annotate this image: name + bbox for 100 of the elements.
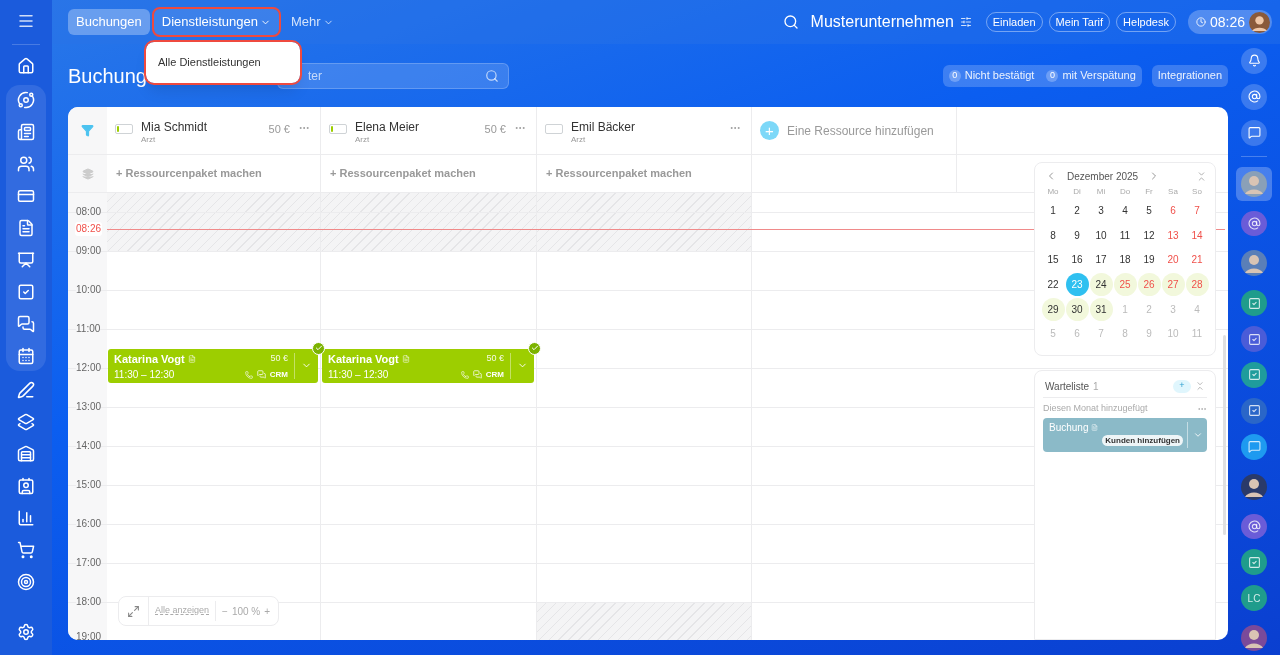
document-icon[interactable] — [17, 219, 35, 237]
calendar-day[interactable]: 1 — [1041, 198, 1065, 222]
calendar-day[interactable]: 13 — [1161, 223, 1185, 247]
show-all-link[interactable]: Alle anzeigen — [149, 604, 216, 618]
clock-pill[interactable]: 08:26 — [1187, 10, 1272, 34]
warehouse-icon[interactable] — [17, 445, 35, 463]
calendar-day[interactable]: 24 — [1089, 272, 1113, 296]
calendar-day[interactable]: 2 — [1065, 198, 1089, 222]
add-button[interactable]: + — [1173, 379, 1191, 393]
search-icon[interactable] — [782, 14, 799, 30]
person-avatar[interactable] — [1241, 625, 1267, 652]
add-client-button[interactable]: Kunden hinzufügen — [1102, 434, 1183, 446]
orbit-icon[interactable] — [17, 91, 35, 109]
calendar-day[interactable]: 11 — [1113, 223, 1137, 247]
calendar-day[interactable]: 10 — [1089, 223, 1113, 247]
count-badge[interactable]: 0 — [948, 69, 961, 82]
company-name[interactable]: Musterunternehmen — [810, 10, 954, 34]
package-link[interactable]: + Ressourcenpaket machen — [546, 165, 692, 182]
initials-avatar[interactable]: LC — [1241, 585, 1267, 612]
calendar-day[interactable]: 23 — [1065, 272, 1089, 296]
calendar-day[interactable]: 11 — [1185, 322, 1209, 346]
calendar-day[interactable]: 9 — [1137, 322, 1161, 346]
task-chat-button[interactable] — [1241, 549, 1267, 576]
calendar-day[interactable]: 12 — [1137, 223, 1161, 247]
package-link[interactable]: + Ressourcenpaket machen — [116, 165, 262, 182]
count-badge[interactable]: 0 — [1046, 69, 1059, 82]
settings-icon[interactable] — [17, 623, 35, 641]
resource-name[interactable]: Mia Schmidt — [141, 120, 261, 134]
calendar-day[interactable]: 28 — [1185, 272, 1209, 296]
calendar-day[interactable]: 21 — [1185, 248, 1209, 272]
calendar-day[interactable]: 7 — [1185, 198, 1209, 222]
calendar-day[interactable]: 18 — [1113, 248, 1137, 272]
zoom-out-button[interactable]: − — [222, 603, 228, 619]
home-icon[interactable] — [17, 57, 35, 75]
calendar-day[interactable]: 25 — [1113, 272, 1137, 296]
newspaper-icon[interactable] — [17, 123, 35, 141]
calendar-day[interactable]: 4 — [1113, 198, 1137, 222]
calendar-day[interactable]: 30 — [1065, 297, 1089, 321]
menu-item[interactable]: Alle Dienstleistungen — [158, 54, 261, 71]
calendar-day[interactable]: 27 — [1161, 272, 1185, 296]
contact-card-icon[interactable] — [17, 477, 35, 495]
calendar-day[interactable]: 6 — [1065, 322, 1089, 346]
card-icon[interactable] — [17, 187, 35, 205]
booking-card[interactable]: Katarina Vogt 50 € 11:30 – 12:30 CRM — [108, 348, 318, 383]
board-icon[interactable] — [17, 251, 35, 269]
calendar-day[interactable]: 9 — [1065, 223, 1089, 247]
at-chat-button[interactable] — [1241, 210, 1267, 237]
people-icon[interactable] — [17, 155, 35, 173]
integrations-button[interactable]: Integrationen — [1151, 64, 1228, 87]
at-button[interactable] — [1241, 83, 1267, 110]
calendar-day[interactable]: 8 — [1113, 322, 1137, 346]
calendar-day[interactable]: 1 — [1113, 297, 1137, 321]
calendar-day[interactable]: 10 — [1161, 322, 1185, 346]
person-avatar[interactable] — [1241, 250, 1267, 277]
calendar-day[interactable]: 14 — [1185, 223, 1209, 247]
calendar-day[interactable]: 7 — [1089, 322, 1113, 346]
calendar-day[interactable]: 19 — [1137, 248, 1161, 272]
counter-label[interactable]: mit Verspätung — [1062, 67, 1136, 84]
calendar-day[interactable]: 2 — [1137, 297, 1161, 321]
pen-icon[interactable] — [17, 381, 35, 399]
calendar-day[interactable]: 5 — [1041, 322, 1065, 346]
bar-chart-icon[interactable] — [17, 509, 35, 527]
calendar-day[interactable]: 20 — [1161, 248, 1185, 272]
chat-icon[interactable] — [17, 315, 35, 333]
nav-tab[interactable]: Dienstleistungen — [153, 9, 279, 35]
resource-name[interactable]: Elena Meier — [355, 120, 477, 134]
calendar-day[interactable]: 15 — [1041, 248, 1065, 272]
calendar-icon[interactable] — [17, 347, 35, 365]
chat-group-button[interactable] — [1241, 433, 1267, 460]
nav-tab[interactable]: Mehr — [282, 9, 342, 35]
waitlist-card[interactable]: Buchung Kunden hinzufügen — [1043, 417, 1207, 452]
package-link[interactable]: + Ressourcenpaket machen — [330, 165, 476, 182]
person-avatar[interactable] — [1241, 473, 1267, 500]
task-chat-button[interactable] — [1241, 290, 1267, 317]
calendar-day[interactable]: 5 — [1137, 198, 1161, 222]
calendar-day[interactable]: 6 — [1161, 198, 1185, 222]
sliders-icon[interactable] — [959, 16, 972, 28]
zoom-in-button[interactable]: + — [264, 603, 271, 619]
calendar-day[interactable]: 8 — [1041, 223, 1065, 247]
nav-tab[interactable]: Buchungen — [68, 9, 150, 35]
cart-icon[interactable] — [17, 541, 35, 559]
menu-icon[interactable] — [17, 12, 35, 30]
resource-name[interactable]: Emil Bäcker — [571, 120, 721, 134]
checkbox-icon[interactable] — [17, 283, 35, 301]
calendar-day[interactable]: 26 — [1137, 272, 1161, 296]
calendar-day[interactable]: 16 — [1065, 248, 1089, 272]
calendar-day[interactable]: 4 — [1185, 297, 1209, 321]
counter-label[interactable]: Nicht bestätigt — [964, 67, 1035, 84]
calendar-day[interactable]: 29 — [1041, 297, 1065, 321]
booking-card[interactable]: Katarina Vogt 50 € 11:30 – 12:30 CRM — [322, 348, 534, 383]
task-chat-button[interactable] — [1241, 326, 1267, 353]
chat-button[interactable] — [1241, 119, 1267, 146]
add-resource-label[interactable]: Eine Ressource hinzufügen — [787, 121, 934, 140]
expand-icon[interactable] — [127, 604, 140, 618]
calendar-day[interactable]: 31 — [1089, 297, 1113, 321]
target-icon[interactable] — [17, 573, 35, 591]
calendar-day[interactable]: 3 — [1161, 297, 1185, 321]
at-chat-button[interactable] — [1241, 513, 1267, 540]
notifications-button[interactable] — [1241, 48, 1267, 74]
calendar-day[interactable]: 22 — [1041, 272, 1065, 296]
